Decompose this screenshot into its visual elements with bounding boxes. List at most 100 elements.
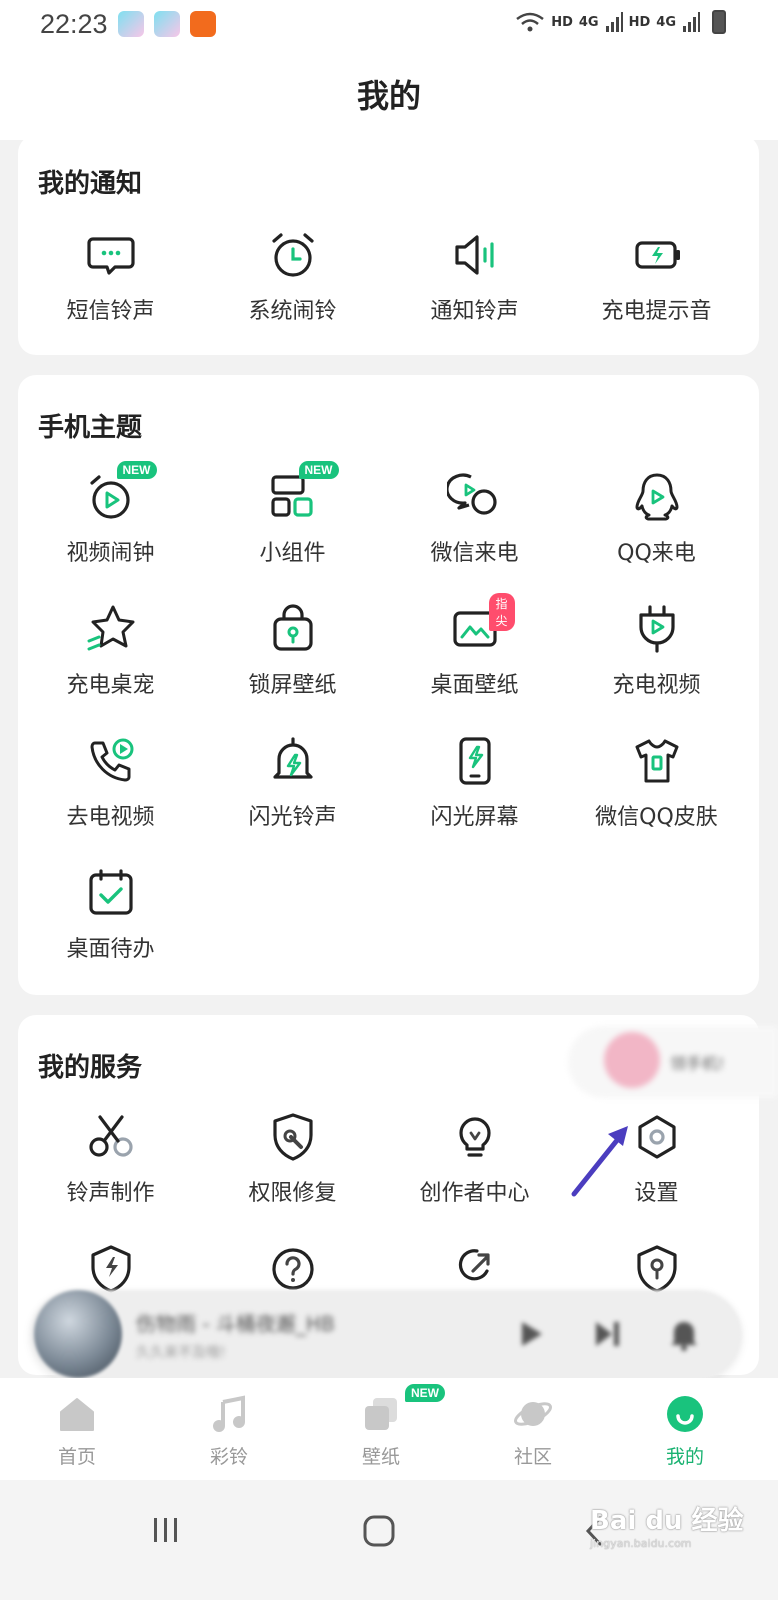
grid-item-flash-screen[interactable]: 闪光屏幕 (382, 733, 567, 831)
signal-bars-icon (683, 12, 700, 32)
shield-bolt-icon (83, 1241, 139, 1297)
app-notification-icon (117, 11, 144, 37)
next-track-icon[interactable] (590, 1316, 626, 1352)
promo-image (604, 1032, 660, 1088)
status-bar: 22:23 HD 4G HD 4G (0, 0, 778, 48)
track-subtitle: 久久来不及哦! (136, 1345, 226, 1361)
grid-item-wechat-call[interactable]: 微信来电 (382, 469, 567, 567)
signal-type: 4G (656, 14, 676, 30)
bottom-tab-bar: 首页 彩铃 NEW 壁纸 社区 我的 (0, 1378, 778, 1480)
location-shield-icon (629, 1241, 685, 1297)
grid-item-label: 微信来电 (430, 541, 519, 566)
grid-item-ringtone-maker[interactable]: 铃声制作 (18, 1109, 203, 1207)
grid-item-charge-pet[interactable]: 充电桌宠 (18, 601, 203, 699)
baidu-watermark: Bai du 经验 jingyan.baidu.com (590, 1500, 744, 1550)
star-pet-icon (83, 601, 139, 657)
wechat-call-icon (444, 469, 503, 525)
signal-bars-icon (605, 12, 623, 32)
themes-card: 手机主题 NEW 视频闹钟 NEW 小组件 微信来电 QQ来电 充电桌宠 锁屏壁… (18, 375, 759, 995)
grid-item-qq-call[interactable]: QQ来电 (564, 469, 749, 567)
sms-bubble-icon (83, 227, 139, 283)
widget-grid-icon: NEW (265, 461, 339, 525)
tab-wallpaper[interactable]: NEW 壁纸 (326, 1384, 445, 1469)
alarm-clock-icon (265, 227, 321, 283)
watermark-brand: Bai du 经验 (590, 1506, 744, 1536)
play-icon[interactable] (514, 1316, 550, 1352)
notifications-card: 我的通知 短信铃声 系统闹铃 通知铃声 充电提示音 (18, 135, 759, 355)
grid-item-label: 去电视频 (66, 805, 155, 830)
outgoing-call-video-icon (83, 733, 139, 789)
grid-item-partial[interactable] (382, 1241, 567, 1297)
tab-label: 彩铃 (209, 1446, 248, 1468)
wifi-icon (516, 12, 544, 32)
album-cover (34, 1290, 122, 1378)
grid-item-charge-sound[interactable]: 充电提示音 (564, 227, 749, 325)
section-title: 我的通知 (38, 169, 143, 199)
grid-item-creator-center[interactable]: 创作者中心 (382, 1109, 567, 1207)
grid-item-label: 充电桌宠 (66, 673, 155, 698)
grid-item-widgets[interactable]: NEW 小组件 (200, 461, 385, 567)
speaker-icon (447, 227, 503, 283)
track-title: 伤物雨 - 斗桶夜邂_HB (136, 1312, 335, 1336)
promo-text: 领手机! (670, 1054, 725, 1073)
tab-ringback[interactable]: 彩铃 (174, 1394, 284, 1469)
home-button-icon[interactable] (362, 1514, 396, 1548)
grid-item-label: 权限修复 (248, 1181, 337, 1206)
tab-home[interactable]: 首页 (22, 1394, 132, 1469)
lightbulb-icon (447, 1109, 503, 1165)
tab-community[interactable]: 社区 (478, 1394, 588, 1469)
tab-label: 壁纸 (361, 1446, 400, 1468)
desktop-wallpaper-icon: 指尖 (447, 593, 515, 657)
grid-item-desktop-wallpaper[interactable]: 指尖 桌面壁纸 (382, 593, 567, 699)
video-alarm-icon: NEW (83, 461, 157, 525)
annotation-arrow-icon (571, 1126, 628, 1197)
lock-wallpaper-icon (265, 601, 321, 657)
page-title: 我的 (356, 77, 421, 115)
smile-face-icon (665, 1394, 705, 1434)
grid-item-notify-ringtone[interactable]: 通知铃声 (382, 227, 567, 325)
calendar-todo-icon (83, 865, 139, 921)
share-arrow-icon (447, 1241, 503, 1297)
grid-item-label: 微信QQ皮肤 (595, 805, 718, 830)
section-title: 手机主题 (38, 413, 143, 443)
grid-item-sms-ringtone[interactable]: 短信铃声 (18, 227, 203, 325)
grid-item-wechat-qq-skin[interactable]: 微信QQ皮肤 (564, 733, 749, 831)
grid-item-desktop-todo[interactable]: 桌面待办 (18, 865, 203, 963)
status-indicators: HD 4G HD 4G (515, 10, 726, 34)
watermark-url: jingyan.baidu.com (590, 1537, 692, 1550)
grid-item-permission-repair[interactable]: 权限修复 (200, 1109, 385, 1207)
ringtone-bell-icon[interactable] (666, 1316, 702, 1352)
section-title: 我的服务 (38, 1053, 143, 1083)
recent-apps-icon[interactable] (150, 1514, 182, 1546)
grid-item-partial[interactable] (200, 1241, 385, 1297)
shield-wrench-icon (265, 1109, 321, 1165)
grid-item-label: 系统闹铃 (248, 299, 337, 324)
planet-icon (513, 1394, 553, 1434)
mini-player[interactable]: 伤物雨 - 斗桶夜邂_HB 久久来不及哦! (30, 1290, 742, 1380)
grid-item-label: QQ来电 (617, 541, 696, 566)
grid-item-partial[interactable] (18, 1241, 203, 1297)
grid-item-video-alarm[interactable]: NEW 视频闹钟 (18, 461, 203, 567)
grid-item-flash-ringtone[interactable]: 闪光铃声 (200, 733, 385, 831)
grid-item-label: 创作者中心 (419, 1181, 530, 1206)
floating-promo[interactable]: 领手机! (568, 1026, 778, 1098)
network-type: HD (628, 14, 651, 30)
grid-item-label: 桌面壁纸 (430, 673, 519, 698)
tab-mine[interactable]: 我的 (630, 1394, 740, 1469)
grid-item-label: 充电提示音 (601, 299, 712, 324)
flash-screen-icon (447, 733, 503, 789)
grid-item-charge-video[interactable]: 充电视频 (564, 601, 749, 699)
signal-type: 4G (578, 14, 599, 30)
status-time: 22:23 (40, 8, 108, 39)
grid-item-system-alarm[interactable]: 系统闹铃 (200, 227, 385, 325)
grid-item-label: 短信铃声 (66, 299, 155, 324)
grid-item-outgoing-video[interactable]: 去电视频 (18, 733, 203, 831)
qq-penguin-icon (629, 469, 685, 525)
app-notification-icon (153, 11, 180, 37)
grid-item-label: 通知铃声 (430, 299, 519, 324)
grid-item-partial[interactable] (564, 1241, 749, 1297)
scissors-icon (83, 1109, 139, 1165)
tab-label: 社区 (513, 1446, 552, 1468)
grid-item-label: 闪光铃声 (248, 805, 337, 830)
grid-item-lock-wallpaper[interactable]: 锁屏壁纸 (200, 601, 385, 699)
